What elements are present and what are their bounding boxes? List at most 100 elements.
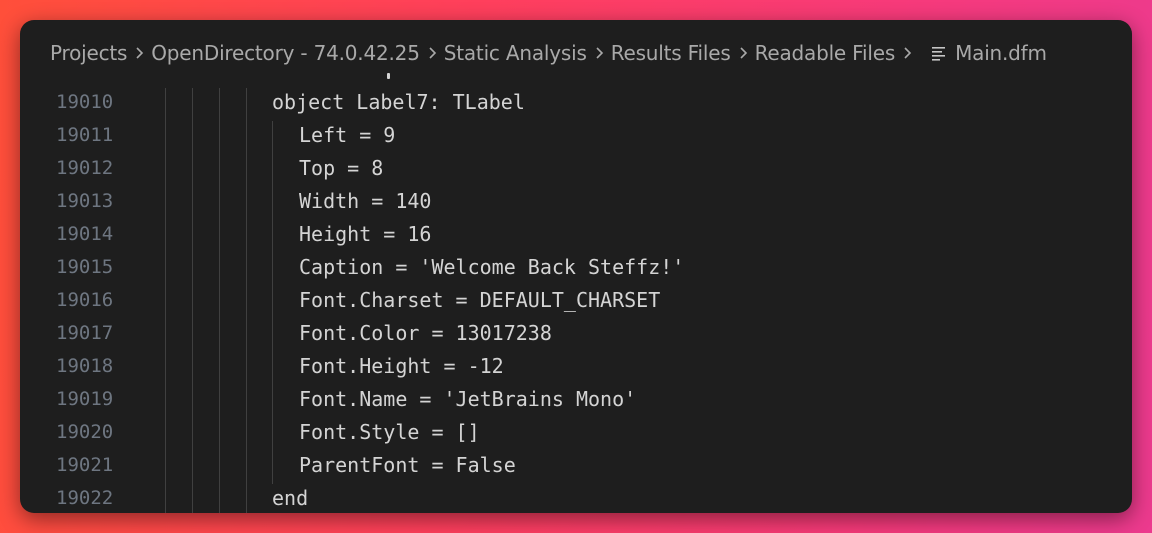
indent-guide (246, 187, 247, 220)
indent-guide (246, 319, 247, 352)
indent-guide (165, 385, 166, 418)
indent-guide (165, 286, 166, 319)
indent-guide (219, 484, 220, 513)
indent-guide (192, 187, 193, 220)
indent-guide (165, 418, 166, 451)
code-text: Width = 140 (299, 189, 432, 213)
line-number: 19018 (56, 355, 114, 377)
code-line[interactable]: 19019 Font.Name = 'JetBrains Mono' (20, 385, 1132, 418)
indent-guide (246, 385, 247, 418)
breadcrumb-item-file[interactable]: Main.dfm (955, 41, 1047, 65)
indent-guide (272, 154, 273, 187)
breadcrumb-item-projects[interactable]: Projects (50, 41, 127, 65)
indent-guide (246, 484, 247, 513)
indent-guide (246, 253, 247, 286)
indent-guide (246, 154, 247, 187)
indent-guide (246, 451, 247, 484)
line-number: 19012 (56, 157, 114, 179)
indent-guide (246, 418, 247, 451)
indent-guide (219, 352, 220, 385)
indent-guide (165, 187, 166, 220)
indent-guide (165, 484, 166, 513)
indent-guide (192, 319, 193, 352)
editor-window: 19010 object Label7: TLabel 19011 Left = 91… (20, 20, 1132, 513)
line-number: 19021 (56, 454, 114, 476)
indent-guide (246, 352, 247, 385)
code-line[interactable]: 19012 Top = 8 (20, 154, 1132, 187)
code-text: Caption = 'Welcome Back Steffz!' (299, 255, 685, 279)
code-line[interactable]: 19022 end (20, 484, 1132, 513)
file-lines-icon (931, 45, 947, 61)
breadcrumb: Projects OpenDirectory - 74.0.42.25 Stat… (50, 38, 1047, 68)
chevron-right-icon (739, 46, 748, 60)
indent-guide (192, 451, 193, 484)
indent-guide (272, 253, 273, 286)
line-number: 19020 (56, 421, 114, 443)
indent-guide (272, 319, 273, 352)
code-text: ParentFont = False (299, 453, 516, 477)
line-number: 19013 (56, 190, 114, 212)
breadcrumb-item-readable-files[interactable]: Readable Files (755, 41, 896, 65)
indent-guide (192, 88, 193, 121)
code-text: Height = 16 (299, 222, 432, 246)
indent-guide (246, 286, 247, 319)
indent-guide (192, 385, 193, 418)
indent-guide (219, 88, 220, 121)
indent-guide (219, 121, 220, 154)
indent-guide (192, 484, 193, 513)
code-text: end (272, 486, 309, 510)
breadcrumb-item-static-analysis[interactable]: Static Analysis (444, 41, 587, 65)
indent-guide (192, 418, 193, 451)
indent-guide (192, 286, 193, 319)
indent-guide (219, 253, 220, 286)
indent-guide (246, 88, 247, 121)
line-number: 19011 (56, 124, 114, 146)
indent-guide (192, 253, 193, 286)
code-text: Font.Color = 13017238 (299, 321, 552, 345)
indent-guide (165, 352, 166, 385)
code-editor[interactable]: 19010 object Label7: TLabel 19011 Left = 91… (20, 20, 1132, 513)
indent-guide (192, 121, 193, 154)
indent-guide (272, 187, 273, 220)
indent-guide (219, 418, 220, 451)
chevron-right-icon (428, 46, 437, 60)
code-text: Left = 9 (299, 123, 396, 147)
indent-guide (272, 286, 273, 319)
indent-guide (219, 319, 220, 352)
code-line[interactable]: 19013 Width = 140 (20, 187, 1132, 220)
indent-guide (192, 154, 193, 187)
code-text: Top = 8 (299, 156, 384, 180)
code-line[interactable]: 19016 Font.Charset = DEFAULT_CHARSET (20, 286, 1132, 319)
line-number: 19010 (56, 91, 114, 113)
line-number: 19022 (56, 487, 114, 509)
chevron-right-icon (903, 46, 912, 60)
indent-guide (219, 385, 220, 418)
chevron-right-icon (595, 46, 604, 60)
indent-guide (165, 319, 166, 352)
code-text: Font.Name = 'JetBrains Mono' (299, 387, 637, 411)
breadcrumb-item-results-files[interactable]: Results Files (611, 41, 731, 65)
code-line[interactable]: 19017 Font.Color = 13017238 (20, 319, 1132, 352)
code-text: Font.Height = -12 (299, 354, 504, 378)
indent-guide (165, 220, 166, 253)
code-line[interactable]: 19020 Font.Style = [] (20, 418, 1132, 451)
indent-guide (246, 121, 247, 154)
breadcrumb-item-opendirectory[interactable]: OpenDirectory - 74.0.42.25 (151, 41, 420, 65)
line-number: 19015 (56, 256, 114, 278)
code-line[interactable]: 19011 Left = 9 (20, 121, 1132, 154)
indent-guide (192, 220, 193, 253)
indent-guide (219, 286, 220, 319)
indent-guide (219, 154, 220, 187)
code-line[interactable]: 19021 ParentFont = False (20, 451, 1132, 484)
code-line[interactable]: 19010 object Label7: TLabel (20, 88, 1132, 121)
code-line[interactable]: 19015 Caption = 'Welcome Back Steffz!' (20, 253, 1132, 286)
line-number: 19016 (56, 289, 114, 311)
indent-guide (165, 154, 166, 187)
indent-guide (219, 187, 220, 220)
indent-guide (165, 253, 166, 286)
code-line[interactable]: 19018 Font.Height = -12 (20, 352, 1132, 385)
indent-guide (219, 220, 220, 253)
indent-guide (272, 121, 273, 154)
code-line[interactable]: 19014 Height = 16 (20, 220, 1132, 253)
line-number: 19019 (56, 388, 114, 410)
